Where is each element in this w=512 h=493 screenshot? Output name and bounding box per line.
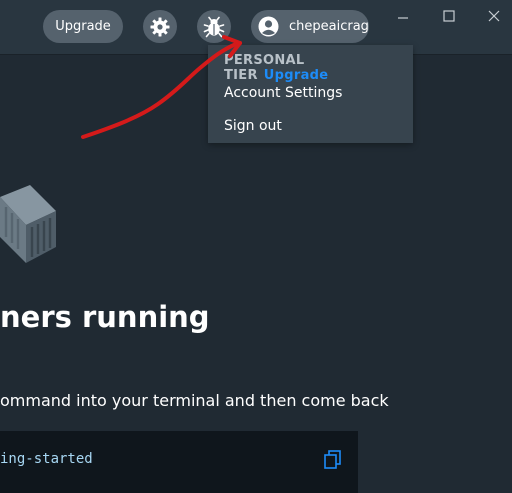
page-heading: ners running bbox=[0, 300, 210, 334]
container-illustration bbox=[0, 185, 56, 263]
tier-row: PERSONAL TIER Upgrade bbox=[224, 53, 413, 83]
close-icon[interactable] bbox=[486, 8, 502, 24]
bug-report-button[interactable] bbox=[197, 10, 231, 43]
instruction-text: ommand into your terminal and then come … bbox=[0, 391, 389, 410]
menu-item-account-settings[interactable]: Account Settings bbox=[224, 85, 342, 101]
user-circle-icon bbox=[258, 16, 279, 37]
command-code-block: ing-started bbox=[0, 431, 358, 493]
settings-button[interactable] bbox=[143, 10, 177, 43]
tier-upgrade-link[interactable]: Upgrade bbox=[264, 68, 329, 83]
user-account-button[interactable]: chepeaicrag bbox=[251, 10, 369, 43]
gear-icon bbox=[150, 17, 170, 36]
command-text: ing-started bbox=[0, 451, 93, 467]
username-label: chepeaicrag bbox=[289, 19, 369, 34]
maximize-icon[interactable] bbox=[441, 8, 457, 24]
minimize-icon[interactable] bbox=[395, 8, 411, 24]
account-dropdown-menu: PERSONAL TIER Upgrade Account Settings Si… bbox=[208, 45, 413, 143]
bug-icon bbox=[203, 16, 225, 37]
upgrade-button[interactable]: Upgrade bbox=[43, 10, 123, 43]
copy-icon[interactable] bbox=[323, 449, 343, 469]
menu-item-sign-out[interactable]: Sign out bbox=[224, 118, 282, 134]
